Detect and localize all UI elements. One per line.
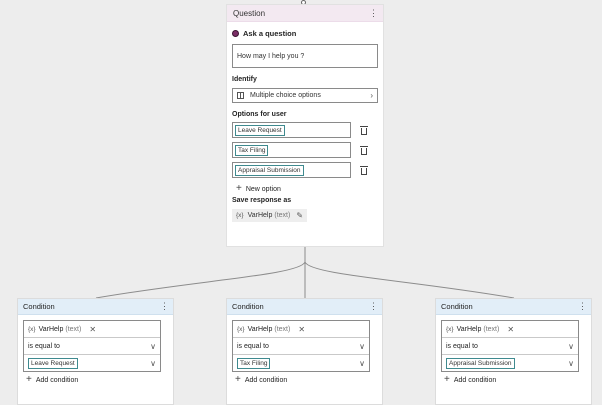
add-icon: +	[236, 183, 242, 194]
variable-type: (text)	[274, 212, 291, 219]
radio-icon	[232, 30, 239, 37]
delete-icon[interactable]	[360, 125, 368, 135]
variable-icon: {x}	[446, 325, 454, 333]
option-input[interactable]: Leave Request	[232, 122, 351, 138]
value-select[interactable]: Leave Request ∨	[24, 355, 160, 371]
chevron-down-icon: ∨	[150, 341, 156, 351]
add-icon: +	[26, 374, 32, 385]
variable-icon: {x}	[237, 325, 245, 333]
condition-title: Condition	[232, 302, 264, 311]
chevron-down-icon: ∨	[568, 341, 574, 351]
new-option-button[interactable]: + New option	[232, 183, 378, 194]
condition-header: Condition ⋮	[436, 299, 591, 315]
question-text-value: How may I help you ?	[237, 52, 305, 60]
chevron-down-icon: ∨	[150, 358, 156, 368]
operator-value: is equal to	[237, 342, 269, 350]
save-response-label: Save response as	[232, 197, 292, 204]
identify-select[interactable]: Multiple choice options ›	[232, 88, 378, 103]
value-select[interactable]: Appraisal Submission ∨	[442, 355, 578, 371]
add-condition-label: Add condition	[244, 376, 288, 384]
add-condition-button[interactable]: + Add condition	[444, 374, 591, 385]
operator-value: is equal to	[28, 342, 60, 350]
question-text-input[interactable]: How may I help you ?	[232, 44, 378, 68]
list-icon	[237, 92, 244, 99]
option-input[interactable]: Tax Filing	[232, 142, 351, 158]
condition-title: Condition	[441, 302, 473, 311]
variable-name: VarHelp	[247, 325, 273, 333]
close-icon[interactable]: ✕	[298, 325, 305, 334]
condition-variable-row[interactable]: {x} VarHelp (text) ✕	[233, 321, 369, 338]
question-header: Question ⋮	[227, 5, 383, 22]
add-condition-label: Add condition	[35, 376, 79, 384]
option-row: Tax Filing	[232, 142, 378, 158]
new-option-label: New option	[245, 185, 281, 193]
chevron-down-icon: ∨	[359, 341, 365, 351]
chevron-down-icon: ∨	[359, 358, 365, 368]
condition-form: {x} VarHelp (text) ✕ is equal to ∨ Tax F…	[232, 320, 370, 372]
edit-icon[interactable]: ✎	[296, 211, 303, 220]
delete-icon[interactable]	[360, 165, 368, 175]
condition-variable-row[interactable]: {x} VarHelp (text) ✕	[442, 321, 578, 338]
variable-name: VarHelp	[38, 325, 64, 333]
identify-label: Identify	[232, 76, 257, 83]
identify-value: Multiple choice options	[250, 92, 321, 99]
condition-node[interactable]: Condition ⋮ {x} VarHelp (text) ✕ is equa…	[226, 298, 383, 405]
condition-form: {x} VarHelp (text) ✕ is equal to ∨ Appra…	[441, 320, 579, 372]
chevron-down-icon: ∨	[568, 358, 574, 368]
add-icon: +	[235, 374, 241, 385]
option-input[interactable]: Appraisal Submission	[232, 162, 351, 178]
value-select[interactable]: Tax Filing ∨	[233, 355, 369, 371]
option-tag: Leave Request	[235, 124, 285, 136]
option-tag: Tax Filing	[235, 144, 269, 156]
condition-header: Condition ⋮	[18, 299, 173, 315]
variable-type: (text)	[65, 325, 82, 333]
variable-icon: {x}	[28, 325, 36, 333]
variable-type: (text)	[483, 325, 500, 333]
more-icon[interactable]: ⋮	[578, 301, 587, 312]
add-condition-label: Add condition	[453, 376, 497, 384]
operator-select[interactable]: is equal to ∨	[442, 338, 578, 355]
add-icon: +	[444, 374, 450, 385]
close-icon[interactable]: ✕	[507, 325, 514, 334]
add-condition-button[interactable]: + Add condition	[235, 374, 382, 385]
variable-name: VarHelp	[247, 212, 273, 219]
close-icon[interactable]: ✕	[89, 325, 96, 334]
condition-variable-row[interactable]: {x} VarHelp (text) ✕	[24, 321, 160, 338]
condition-node[interactable]: Condition ⋮ {x} VarHelp (text) ✕ is equa…	[17, 298, 174, 405]
chevron-right-icon: ›	[370, 91, 373, 100]
operator-value: is equal to	[446, 342, 478, 350]
operator-select[interactable]: is equal to ∨	[24, 338, 160, 355]
delete-icon[interactable]	[360, 145, 368, 155]
variable-icon: {x}	[236, 212, 244, 219]
add-condition-button[interactable]: + Add condition	[26, 374, 173, 385]
question-node[interactable]: Question ⋮ Ask a question How may I help…	[226, 4, 384, 247]
variable-name: VarHelp	[456, 325, 482, 333]
value-tag: Leave Request	[28, 357, 78, 369]
option-row: Leave Request	[232, 122, 378, 138]
condition-header: Condition ⋮	[227, 299, 382, 315]
option-row: Appraisal Submission	[232, 162, 378, 178]
variable-type: (text)	[274, 325, 291, 333]
variable-chip[interactable]: {x} VarHelp (text) ✎	[232, 209, 308, 222]
condition-node[interactable]: Condition ⋮ {x} VarHelp (text) ✕ is equa…	[435, 298, 592, 405]
value-tag: Tax Filing	[237, 357, 271, 369]
option-tag: Appraisal Submission	[235, 164, 304, 176]
more-icon[interactable]: ⋮	[369, 301, 378, 312]
question-title: Question	[233, 8, 266, 18]
condition-title: Condition	[23, 302, 55, 311]
ask-question-row: Ask a question	[232, 29, 378, 38]
ask-question-label: Ask a question	[243, 29, 297, 38]
condition-form: {x} VarHelp (text) ✕ is equal to ∨ Leave…	[23, 320, 161, 372]
more-icon[interactable]: ⋮	[160, 301, 169, 312]
operator-select[interactable]: is equal to ∨	[233, 338, 369, 355]
value-tag: Appraisal Submission	[446, 357, 515, 369]
options-label: Options for user	[232, 111, 287, 118]
more-icon[interactable]: ⋮	[369, 8, 378, 19]
